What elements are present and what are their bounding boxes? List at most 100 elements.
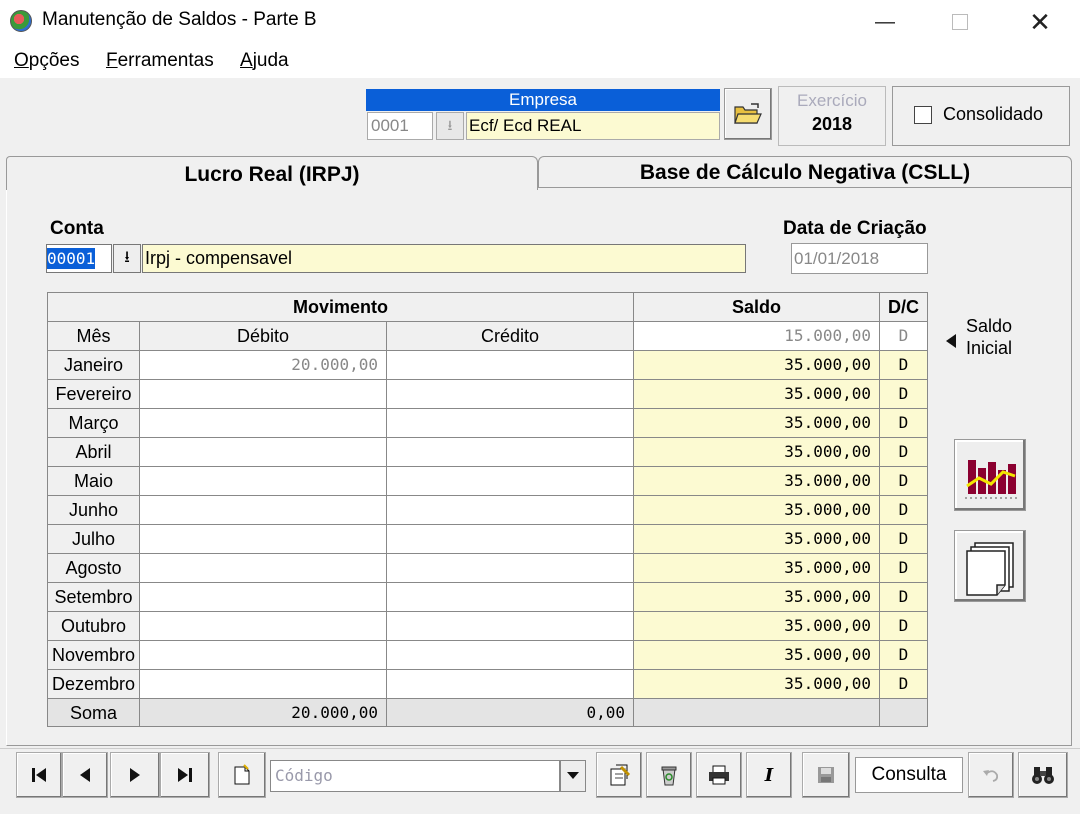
first-record-button[interactable] xyxy=(16,752,62,798)
pages-button[interactable] xyxy=(954,530,1026,602)
menu-ajuda[interactable]: Ajuda xyxy=(240,50,289,72)
row-debito[interactable] xyxy=(140,554,387,583)
open-folder-button[interactable] xyxy=(724,88,772,140)
row-saldo: 35.000,00 xyxy=(634,438,880,467)
row-debito[interactable] xyxy=(140,409,387,438)
previous-record-button[interactable] xyxy=(62,752,108,798)
codigo-dropdown-button[interactable] xyxy=(560,760,586,792)
row-mes: Junho xyxy=(48,496,140,525)
open-folder-icon xyxy=(734,103,762,124)
row-debito[interactable] xyxy=(140,438,387,467)
menu-ferramentas[interactable]: Ferramentas xyxy=(106,50,214,72)
empresa-code-field[interactable]: 0001 xyxy=(367,112,433,140)
row-credito[interactable] xyxy=(387,438,634,467)
row-dc: D xyxy=(880,612,928,641)
row-mes: Março xyxy=(48,409,140,438)
tab-irpj[interactable]: Lucro Real (IRPJ) xyxy=(6,156,538,190)
row-saldo: 35.000,00 xyxy=(634,409,880,438)
recycle-bin-icon xyxy=(661,766,677,786)
row-debito[interactable] xyxy=(140,525,387,554)
row-credito[interactable] xyxy=(387,641,634,670)
saldo-inicial-dc[interactable]: D xyxy=(880,322,928,351)
chart-button[interactable] xyxy=(954,439,1026,511)
mode-indicator: Consulta xyxy=(855,757,963,793)
row-debito[interactable] xyxy=(140,583,387,612)
row-dc: D xyxy=(880,641,928,670)
row-saldo: 35.000,00 xyxy=(634,525,880,554)
row-dc: D xyxy=(880,380,928,409)
header-dc: D/C xyxy=(880,293,928,322)
menu-opcoes[interactable]: Opções xyxy=(14,50,79,72)
conta-code-field[interactable]: 00001 xyxy=(46,244,112,273)
save-icon xyxy=(818,767,834,783)
row-mes: Outubro xyxy=(48,612,140,641)
row-debito[interactable] xyxy=(140,670,387,699)
tab-csll[interactable]: Base de Cálculo Negativa (CSLL) xyxy=(538,156,1072,188)
row-credito[interactable] xyxy=(387,380,634,409)
row-credito[interactable] xyxy=(387,525,634,554)
row-dc: D xyxy=(880,525,928,554)
edit-document-button[interactable] xyxy=(596,752,642,798)
row-dc: D xyxy=(880,496,928,525)
header-credito: Crédito xyxy=(387,322,634,351)
row-mes: Novembro xyxy=(48,641,140,670)
row-debito[interactable] xyxy=(140,467,387,496)
row-credito[interactable] xyxy=(387,670,634,699)
search-button[interactable] xyxy=(1018,752,1068,798)
empresa-header: Empresa xyxy=(366,89,720,111)
row-credito[interactable] xyxy=(387,409,634,438)
consolidado-checkbox[interactable] xyxy=(914,106,932,124)
row-credito[interactable] xyxy=(387,554,634,583)
row-credito[interactable] xyxy=(387,496,634,525)
row-dc: D xyxy=(880,554,928,583)
row-saldo: 35.000,00 xyxy=(634,380,880,409)
row-debito[interactable] xyxy=(140,641,387,670)
row-mes: Fevereiro xyxy=(48,380,140,409)
row-mes: Janeiro xyxy=(48,351,140,380)
undo-icon xyxy=(983,770,999,782)
row-mes: Julho xyxy=(48,525,140,554)
row-saldo: 35.000,00 xyxy=(634,583,880,612)
minimize-button[interactable]: — xyxy=(855,0,915,44)
consolidado-label: Consolidado xyxy=(943,104,1044,124)
recycle-bin-button[interactable] xyxy=(646,752,692,798)
data-criacao-label: Data de Criação xyxy=(783,218,927,239)
close-button[interactable]: ✕ xyxy=(1010,0,1070,44)
exercicio-value: 2018 xyxy=(811,114,853,134)
row-debito[interactable]: 20.000,00 xyxy=(140,351,387,380)
header-saldo: Saldo xyxy=(634,293,880,322)
row-debito[interactable] xyxy=(140,496,387,525)
soma-label: Soma xyxy=(48,699,140,727)
italic-icon: I xyxy=(764,764,774,786)
maximize-icon xyxy=(952,14,968,30)
soma-saldo xyxy=(634,699,880,727)
row-debito[interactable] xyxy=(140,380,387,409)
codigo-input[interactable]: Código xyxy=(270,760,560,792)
italic-button[interactable]: I xyxy=(746,752,792,798)
download-arrow-icon: ⭳ xyxy=(124,249,130,266)
row-credito[interactable] xyxy=(387,612,634,641)
new-document-button[interactable] xyxy=(218,752,266,798)
row-credito[interactable] xyxy=(387,583,634,612)
row-credito[interactable] xyxy=(387,351,634,380)
conta-label: Conta xyxy=(50,218,104,239)
first-record-icon xyxy=(32,768,46,782)
undo-button[interactable] xyxy=(968,752,1014,798)
row-saldo: 35.000,00 xyxy=(634,554,880,583)
row-dc: D xyxy=(880,351,928,380)
save-button[interactable] xyxy=(802,752,850,798)
maximize-button[interactable] xyxy=(930,0,990,44)
print-button[interactable] xyxy=(696,752,742,798)
saldo-inicial-value[interactable]: 15.000,00 xyxy=(634,322,880,351)
row-credito[interactable] xyxy=(387,467,634,496)
row-debito[interactable] xyxy=(140,612,387,641)
soma-dc xyxy=(880,699,928,727)
last-record-button[interactable] xyxy=(160,752,210,798)
conta-lookup-button[interactable]: ⭳ xyxy=(113,244,141,273)
conta-name-field[interactable]: Irpj - compensavel xyxy=(142,244,746,273)
empresa-lookup-button[interactable]: ⭳ xyxy=(436,112,464,140)
pages-icon xyxy=(966,542,1014,596)
next-record-button[interactable] xyxy=(110,752,160,798)
empresa-name-field[interactable]: Ecf/ Ecd REAL xyxy=(466,112,720,140)
soma-credito: 0,00 xyxy=(387,699,634,727)
